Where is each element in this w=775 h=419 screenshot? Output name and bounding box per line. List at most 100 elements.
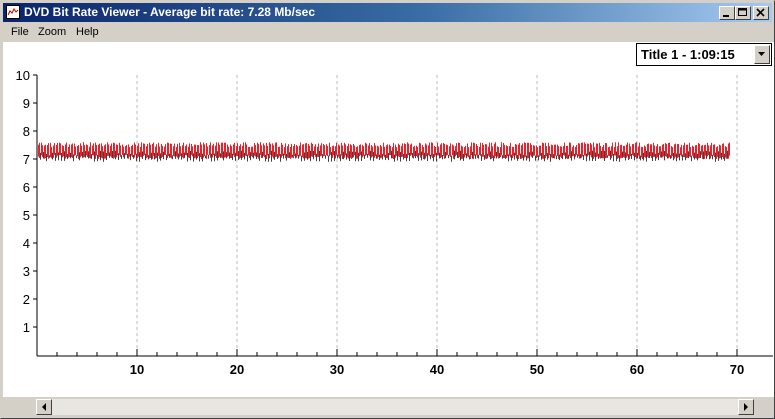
bar-low xyxy=(154,152,155,160)
bar-high xyxy=(629,143,630,159)
bar-low xyxy=(631,153,632,159)
bar-high xyxy=(156,144,157,159)
bar-low xyxy=(589,151,590,161)
bar-high xyxy=(722,143,723,158)
bar-low xyxy=(487,153,488,159)
bar-high xyxy=(560,146,561,157)
bar-low xyxy=(238,151,239,160)
bar-high xyxy=(186,144,187,156)
bar-low xyxy=(634,152,635,161)
bar-high xyxy=(401,146,402,157)
bar-low xyxy=(70,152,71,159)
bar-high xyxy=(558,146,559,159)
bar-high xyxy=(237,143,238,156)
bar-high xyxy=(294,143,295,157)
bar-high xyxy=(38,144,39,157)
bar-high xyxy=(618,142,619,159)
bar-high xyxy=(189,143,190,158)
bar-low xyxy=(616,151,617,162)
bar-high xyxy=(309,145,310,159)
bar-high xyxy=(93,143,94,156)
bar-high xyxy=(77,145,78,157)
bar-low xyxy=(373,152,374,162)
bar-high xyxy=(164,146,165,156)
bar-high xyxy=(222,142,223,159)
bar-high xyxy=(96,144,97,156)
bar-low xyxy=(694,152,695,160)
bar-low xyxy=(664,151,665,161)
bar-high xyxy=(83,142,84,158)
bar-low xyxy=(691,155,692,162)
bar-high xyxy=(65,144,66,159)
bar-low xyxy=(613,153,614,162)
bar-low xyxy=(247,154,248,162)
bar-high xyxy=(696,144,697,159)
menu-help[interactable]: Help xyxy=(76,26,99,38)
title-bar[interactable]: DVD Bit Rate Viewer - Average bit rate: … xyxy=(3,3,772,22)
scroll-right-button[interactable] xyxy=(738,399,754,415)
bar-high xyxy=(515,144,516,156)
title-select[interactable]: Title 1 - 1:09:15 xyxy=(636,43,772,66)
bar-low xyxy=(676,153,677,162)
bar-low xyxy=(574,153,575,160)
bar-high xyxy=(668,142,669,159)
bar-high xyxy=(284,147,285,156)
bar-high xyxy=(89,146,90,158)
bar-high xyxy=(39,142,40,158)
minimize-button[interactable] xyxy=(719,6,735,20)
bar-high xyxy=(321,143,322,156)
menu-zoom[interactable]: Zoom xyxy=(38,26,66,38)
horizontal-scrollbar[interactable] xyxy=(36,399,754,415)
dropdown-button[interactable] xyxy=(754,45,770,64)
bar-high xyxy=(92,145,93,156)
bar-high xyxy=(470,146,471,159)
bar-high xyxy=(521,145,522,159)
y-tick-label: 2 xyxy=(23,292,30,307)
bar-high xyxy=(591,144,592,158)
scroll-left-button[interactable] xyxy=(36,399,52,415)
bar-high xyxy=(710,145,711,159)
bar-low xyxy=(583,154,584,161)
bar-high xyxy=(584,142,585,156)
bar-low xyxy=(316,153,317,162)
bar-low xyxy=(421,151,422,161)
bar-low xyxy=(649,151,650,158)
bar-high xyxy=(99,143,100,157)
bar-low xyxy=(400,152,401,162)
bar-high xyxy=(576,144,577,156)
bar-low xyxy=(196,151,197,160)
bar-high xyxy=(285,143,286,159)
bar-high xyxy=(417,146,418,158)
bar-high xyxy=(705,144,706,156)
bar-high xyxy=(468,147,469,158)
bar-low xyxy=(679,153,680,161)
bar-low xyxy=(343,151,344,160)
bar-high xyxy=(612,142,613,156)
bar-low xyxy=(184,152,185,158)
bar-high xyxy=(518,144,519,159)
maximize-button[interactable] xyxy=(735,6,751,20)
bar-low xyxy=(52,152,53,160)
bar-high xyxy=(441,143,442,158)
y-tick-label: 4 xyxy=(23,236,30,251)
bar-high xyxy=(372,146,373,157)
bar-high xyxy=(665,142,666,157)
chart-icon[interactable] xyxy=(6,5,20,19)
close-button[interactable] xyxy=(753,6,769,20)
bar-high xyxy=(246,144,247,157)
bar-low xyxy=(187,152,188,162)
bar-low xyxy=(490,151,491,160)
bar-high xyxy=(533,145,534,156)
bar-low xyxy=(475,154,476,159)
menu-file[interactable]: File xyxy=(11,26,29,38)
bar-high xyxy=(395,144,396,158)
bar-low xyxy=(460,150,461,161)
bar-high xyxy=(428,145,429,156)
bar-high xyxy=(279,146,280,157)
bar-high xyxy=(702,144,703,159)
bar-high xyxy=(681,144,682,157)
bar-low xyxy=(718,151,719,161)
bar-high xyxy=(86,144,87,156)
bar-low xyxy=(409,152,410,162)
bar-high xyxy=(600,145,601,159)
